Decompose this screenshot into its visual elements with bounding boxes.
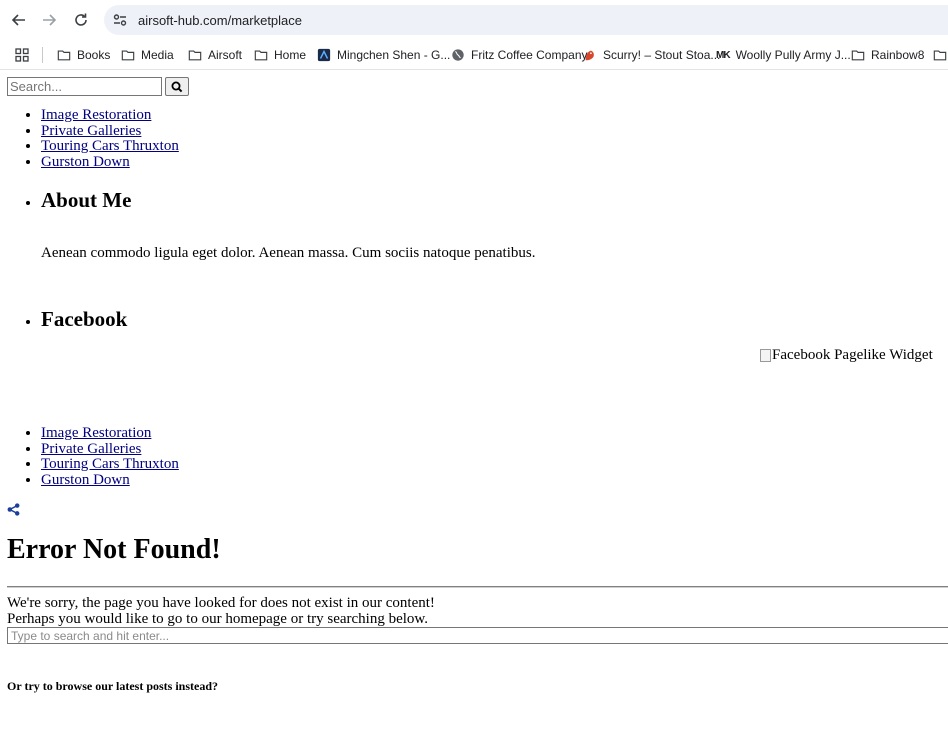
browser-toolbar: airsoft-hub.com/marketplace xyxy=(0,0,948,40)
bookmark-home[interactable]: Home xyxy=(254,40,307,69)
list-item: Image Restoration xyxy=(41,425,179,442)
search-icon xyxy=(171,81,183,92)
footer-link-image-restoration[interactable]: Image Restoration xyxy=(41,425,151,441)
broken-image-icon xyxy=(760,349,771,362)
divider xyxy=(7,586,948,588)
bookmark-mingchen-shen[interactable]: Mingchen Shen - G... xyxy=(317,40,451,69)
sidebar-widget-facebook: Facebook xyxy=(0,307,127,331)
nav-link-image-restoration[interactable]: Image Restoration xyxy=(41,107,151,123)
forward-arrow-icon xyxy=(43,14,57,26)
nav-link-gurston-down[interactable]: Gurston Down xyxy=(41,154,130,170)
bookmark-label: Media xyxy=(141,48,174,62)
bookmark-books[interactable]: Books xyxy=(57,40,111,69)
list-item: About Me xyxy=(41,188,131,212)
list-item: Gurston Down xyxy=(41,154,179,171)
bookmark-label: Rainbow8 xyxy=(871,48,925,62)
footer-nav: Image Restoration Private Galleries Tour… xyxy=(0,425,179,489)
error-line-2: Perhaps you would like to go to our home… xyxy=(7,610,429,627)
list-item: Facebook xyxy=(41,307,127,331)
folder-icon xyxy=(121,50,135,61)
page-content: Image Restoration Private Galleries Tour… xyxy=(0,70,948,750)
folder-icon xyxy=(254,50,268,61)
header-search-input[interactable] xyxy=(7,77,162,96)
bookmark-media[interactable]: Media xyxy=(121,40,174,69)
folder-icon xyxy=(188,50,202,61)
browse-posts-heading: Or try to browse our latest posts instea… xyxy=(7,679,218,693)
facebook-widget-alt: Facebook Pagelike Widget xyxy=(772,347,933,363)
bookmark-label: Fritz Coffee Company xyxy=(471,48,588,62)
bookmark-rainbow8[interactable]: Rainbow8 xyxy=(851,40,925,69)
footer-link-touring-cars-thruxton[interactable]: Touring Cars Thruxton xyxy=(41,456,179,472)
scurry-icon xyxy=(585,50,594,61)
about-text: Aenean commodo ligula eget dolor. Aenean… xyxy=(41,245,536,261)
folder-icon xyxy=(57,50,71,61)
nav-link-private-galleries[interactable]: Private Galleries xyxy=(41,123,141,139)
error-line-1: We're sorry, the page you have looked fo… xyxy=(7,595,435,611)
forward-button[interactable] xyxy=(34,5,64,35)
bookmark-label: Mingchen Shen - G... xyxy=(337,48,451,62)
folder-icon xyxy=(933,50,947,61)
page-title: Error Not Found! xyxy=(7,534,221,565)
sidebar-widget-about: About Me xyxy=(0,188,131,212)
apps-grid-icon[interactable] xyxy=(14,47,30,63)
globe-icon xyxy=(452,49,464,61)
share-icon[interactable] xyxy=(7,503,20,516)
bookmark-label: Books xyxy=(77,48,111,62)
mk-icon: MK xyxy=(716,49,731,61)
bookmark-airsoft[interactable]: Airsoft xyxy=(188,40,243,69)
bookmark-label: Home xyxy=(274,48,307,62)
search-button[interactable] xyxy=(165,77,189,96)
folder-icon xyxy=(851,50,865,61)
list-item: Touring Cars Thruxton xyxy=(41,456,179,473)
content-search-input[interactable] xyxy=(7,627,948,644)
header-nav: Image Restoration Private Galleries Tour… xyxy=(0,107,179,171)
bookmark-label: Woolly Pully Army J... xyxy=(735,48,851,62)
back-arrow-icon xyxy=(11,14,25,26)
bookmark-folder-overflow[interactable] xyxy=(933,40,948,69)
footer-link-private-galleries[interactable]: Private Galleries xyxy=(41,441,141,457)
about-title: About Me xyxy=(41,188,132,212)
list-item: Private Galleries xyxy=(41,123,179,140)
header-search xyxy=(7,77,189,96)
reload-icon xyxy=(75,13,87,26)
address-url[interactable]: airsoft-hub.com/marketplace xyxy=(138,13,302,28)
list-item: Image Restoration xyxy=(41,107,179,124)
site-settings-icon[interactable] xyxy=(112,12,128,28)
list-item: Gurston Down xyxy=(41,472,179,489)
bookmark-fritz-coffee[interactable]: Fritz Coffee Company xyxy=(451,40,588,69)
facebook-title: Facebook xyxy=(41,307,128,331)
back-button[interactable] xyxy=(4,5,34,35)
reload-button[interactable] xyxy=(66,5,96,35)
bookmark-label: Airsoft xyxy=(208,48,243,62)
bookmark-label: Scurry! – Stout Stoa... xyxy=(603,48,721,62)
nav-link-touring-cars-thruxton[interactable]: Touring Cars Thruxton xyxy=(41,138,179,154)
list-item: Touring Cars Thruxton xyxy=(41,138,179,155)
list-item: Private Galleries xyxy=(41,441,179,458)
bookmarks-bar: Books Media Airsoft Home Mingchen Shen -… xyxy=(0,40,948,70)
facebook-pagelike-widget[interactable]: Facebook Pagelike Widget xyxy=(760,347,933,364)
browser-chrome: airsoft-hub.com/marketplace Books Media … xyxy=(0,0,948,70)
bookmarks-separator xyxy=(42,47,43,63)
site-icon xyxy=(317,48,331,62)
address-bar[interactable]: airsoft-hub.com/marketplace xyxy=(104,5,948,35)
footer-link-gurston-down[interactable]: Gurston Down xyxy=(41,472,130,488)
bookmark-scurry[interactable]: Scurry! – Stout Stoa... xyxy=(583,40,721,69)
bookmark-woolly-pully[interactable]: MK Woolly Pully Army J... xyxy=(716,40,851,69)
error-message: We're sorry, the page you have looked fo… xyxy=(7,595,435,627)
